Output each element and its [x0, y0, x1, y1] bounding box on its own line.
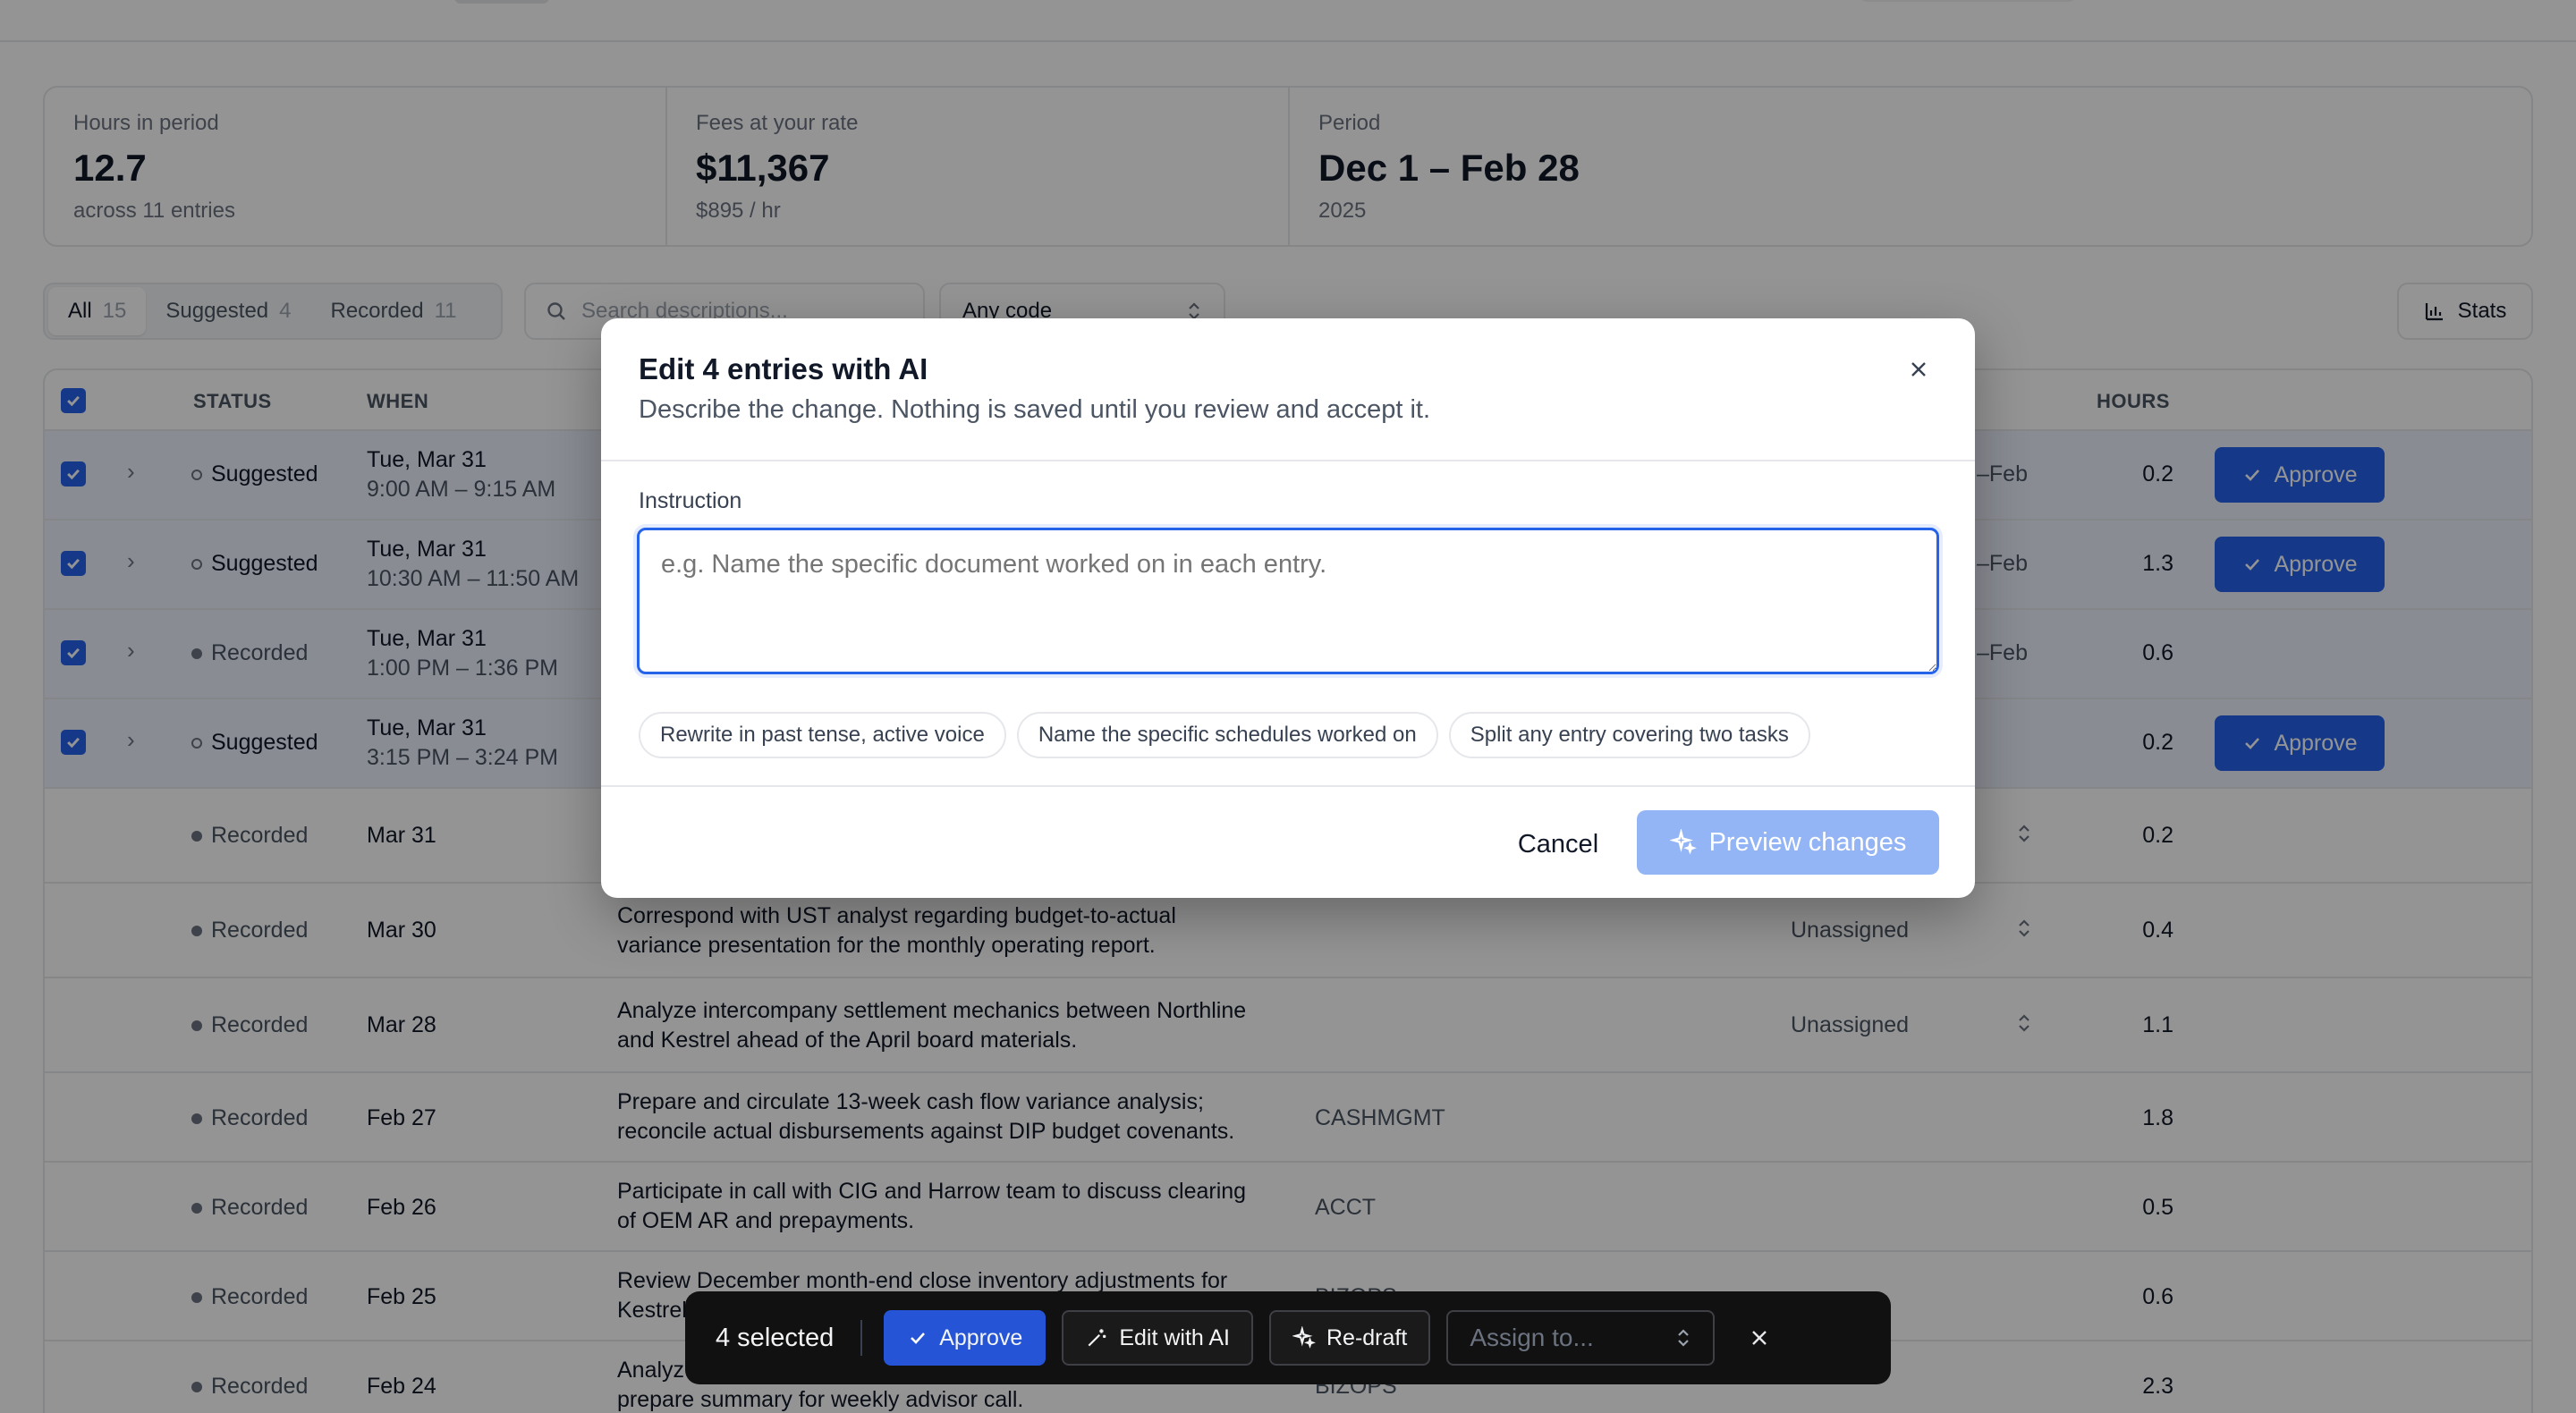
divider — [860, 1320, 863, 1356]
suggestion-chips: Rewrite in past tense, active voice Name… — [639, 712, 1810, 758]
bulk-approve-button[interactable]: Approve — [884, 1310, 1046, 1366]
suggestion-chip[interactable]: Split any entry covering two tasks — [1448, 712, 1810, 758]
edit-ai-modal: Edit 4 entries with AI Describe the chan… — [601, 318, 1975, 898]
close-button[interactable] — [1903, 354, 1934, 385]
edit-with-ai-label: Edit with AI — [1119, 1324, 1230, 1350]
clear-selection-button[interactable] — [1741, 1320, 1777, 1356]
modal-title: Edit 4 entries with AI — [639, 352, 928, 385]
bulk-approve-label: Approve — [939, 1324, 1023, 1350]
edit-with-ai-button[interactable]: Edit with AI — [1062, 1310, 1253, 1366]
bulk-action-bar: 4 selected Approve Edit with AI Re-draft… — [685, 1291, 1891, 1384]
suggestion-chip[interactable]: Rewrite in past tense, active voice — [639, 712, 1006, 758]
instruction-textarea[interactable] — [637, 528, 1939, 674]
close-icon — [1911, 362, 1926, 377]
instruction-label: Instruction — [639, 488, 742, 513]
suggestion-chip[interactable]: Name the specific schedules worked on — [1016, 712, 1438, 758]
cancel-button[interactable]: Cancel — [1496, 812, 1621, 876]
page: Hours in period 12.7 across 11 entries F… — [0, 0, 2576, 1413]
redraft-label: Re-draft — [1326, 1324, 1408, 1350]
selected-count: 4 selected — [716, 1323, 835, 1352]
assign-to-select[interactable]: Assign to... — [1446, 1310, 1716, 1366]
preview-changes-button[interactable]: Preview changes — [1637, 810, 1939, 875]
check-icon — [911, 1333, 926, 1344]
redraft-button[interactable]: Re-draft — [1269, 1310, 1431, 1366]
magic-wand-icon — [1088, 1329, 1106, 1347]
sparkles-icon — [1669, 829, 1697, 855]
modal-subtitle: Describe the change. Nothing is saved un… — [639, 395, 1430, 424]
divider — [601, 460, 1975, 461]
divider — [601, 785, 1975, 787]
sparkles-icon — [1292, 1326, 1316, 1349]
preview-label: Preview changes — [1708, 827, 1907, 857]
close-icon — [1752, 1331, 1767, 1345]
assign-to-placeholder: Assign to... — [1470, 1324, 1594, 1351]
chevron-updown-icon — [1678, 1329, 1690, 1347]
